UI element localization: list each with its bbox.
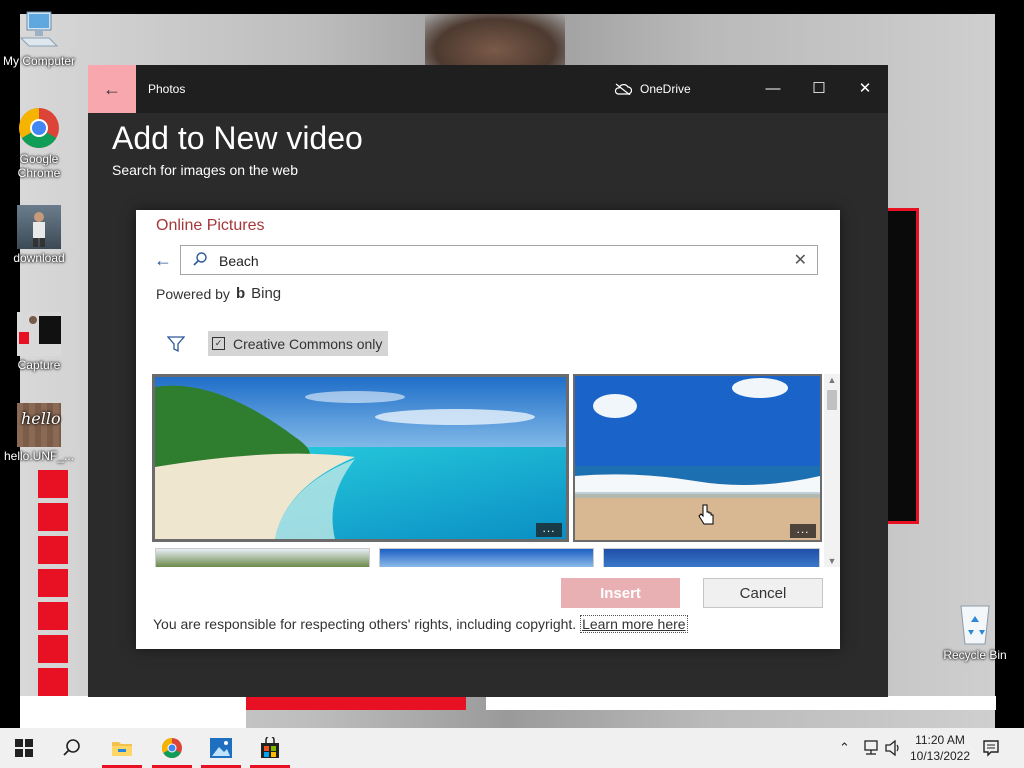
online-pictures-dialog: Online Pictures ← ✕ Powered by b Bing ✓ … [136, 210, 840, 649]
desktop-icon-capture[interactable]: Capture [1, 312, 77, 372]
desktop-icon-google-chrome[interactable]: Google Chrome [1, 106, 77, 180]
copyright-text: You are responsible for respecting other… [153, 616, 577, 632]
clock-date: 10/13/2022 [909, 749, 971, 763]
more-options-icon[interactable]: ... [790, 523, 816, 538]
wallpaper-red-bars [38, 470, 68, 710]
search-icon [193, 252, 207, 266]
taskbar-chrome[interactable] [148, 728, 196, 768]
app-title: Photos [148, 82, 186, 96]
scroll-thumb[interactable] [827, 390, 837, 410]
desktop-icon-label: Google Chrome [17, 152, 61, 180]
insert-button[interactable]: Insert [561, 578, 680, 608]
scroll-up-icon[interactable]: ▲ [824, 375, 840, 385]
close-icon: ✕ [858, 80, 872, 97]
page-subtitle: Search for images on the web [112, 162, 298, 178]
maximize-icon: ☐ [812, 80, 826, 97]
taskbar-search-button[interactable] [48, 728, 96, 768]
result-image[interactable] [155, 548, 370, 567]
search-icon [63, 739, 80, 756]
hello-thumb-text: hello [21, 409, 61, 428]
onedrive-label: OneDrive [640, 82, 691, 96]
onedrive-status[interactable]: OneDrive [614, 82, 691, 96]
creative-commons-label: Creative Commons only [233, 335, 383, 352]
minimize-button[interactable]: — [758, 73, 788, 103]
desktop-icon-download[interactable]: download [1, 205, 77, 265]
result-image[interactable] [603, 548, 820, 567]
desktop-icon-label: hello.UNF_... [3, 449, 75, 463]
clock[interactable]: 11:20 AM 10/13/2022 [906, 732, 974, 764]
clear-search-icon[interactable]: ✕ [794, 250, 807, 270]
more-options-icon[interactable]: ... [536, 522, 562, 537]
page-title: Add to New video [112, 120, 363, 156]
recycle-bin-icon [953, 602, 997, 646]
windows-start-icon [15, 739, 33, 757]
chrome-icon [17, 106, 61, 150]
taskbar-photos[interactable] [197, 728, 245, 768]
desktop-icon-my-computer[interactable]: My Computer [1, 8, 77, 68]
taskbar-file-explorer[interactable] [98, 728, 146, 768]
image-thumbnail-icon [17, 205, 61, 249]
desktop-icon-label: Recycle Bin [943, 648, 1007, 662]
network-icon[interactable] [862, 740, 880, 756]
cloud-off-icon [614, 83, 632, 95]
search-box[interactable]: ✕ [180, 245, 818, 275]
desktop-icon-hello[interactable]: hello hello.UNF_... [1, 403, 77, 463]
photos-icon [210, 738, 232, 758]
back-arrow-icon: ← [103, 78, 121, 99]
volume-icon[interactable] [884, 740, 902, 756]
close-button[interactable]: ✕ [850, 73, 880, 103]
copyright-notice: You are responsible for respecting other… [153, 615, 688, 633]
notification-icon[interactable] [978, 736, 1004, 760]
image-thumbnail-icon: hello [17, 403, 61, 447]
result-image[interactable] [379, 548, 594, 567]
computer-icon [17, 8, 61, 52]
cancel-button[interactable]: Cancel [703, 578, 823, 608]
wallpaper-dark-panel [888, 208, 919, 524]
bing-logo-icon: b [235, 285, 246, 302]
show-hidden-icons[interactable]: ⌃ [839, 740, 850, 756]
back-button[interactable]: ← [88, 65, 136, 113]
checkbox-checked-icon: ✓ [212, 337, 225, 350]
powered-by-bing: Powered by b Bing [156, 285, 281, 302]
desktop-icon-label: My Computer [2, 54, 76, 68]
results-scrollbar[interactable]: ▲ ▼ [824, 374, 840, 567]
result-image[interactable]: ... [152, 374, 569, 542]
store-icon [261, 737, 279, 758]
desktop-icon-label: download [13, 251, 65, 265]
powered-by-label: Powered by [156, 285, 230, 302]
image-results-grid: ... ... [152, 374, 824, 567]
chrome-icon [162, 738, 182, 758]
start-button[interactable] [0, 728, 48, 768]
maximize-button[interactable]: ☐ [804, 73, 834, 103]
bing-label: Bing [251, 285, 282, 302]
back-arrow-icon: ← [154, 250, 172, 270]
tropical-beach-image [155, 377, 566, 539]
minimize-icon: — [765, 79, 781, 97]
scroll-down-icon[interactable]: ▼ [824, 556, 840, 566]
taskbar-store[interactable] [246, 728, 294, 768]
hand-cursor-icon [698, 504, 714, 525]
image-thumbnail-icon [17, 312, 61, 356]
wallpaper-white-strip [486, 696, 996, 710]
dialog-title: Online Pictures [156, 217, 265, 234]
file-explorer-icon [112, 742, 132, 756]
filter-icon[interactable] [167, 335, 185, 353]
creative-commons-filter[interactable]: ✓ Creative Commons only [208, 331, 389, 356]
desktop-icon-label: Capture [17, 358, 61, 372]
taskbar: ⌃ 11:20 AM 10/13/2022 [0, 728, 1024, 768]
search-input[interactable] [217, 252, 741, 270]
title-bar: ← Photos OneDrive — ☐ ✕ [88, 65, 888, 113]
wallpaper-red-strip [246, 696, 466, 710]
clock-time: 11:20 AM [915, 733, 965, 747]
learn-more-link[interactable]: Learn more here [580, 615, 688, 633]
dialog-back-button[interactable]: ← [154, 250, 172, 271]
desktop-icon-recycle-bin[interactable]: Recycle Bin [937, 602, 1013, 662]
